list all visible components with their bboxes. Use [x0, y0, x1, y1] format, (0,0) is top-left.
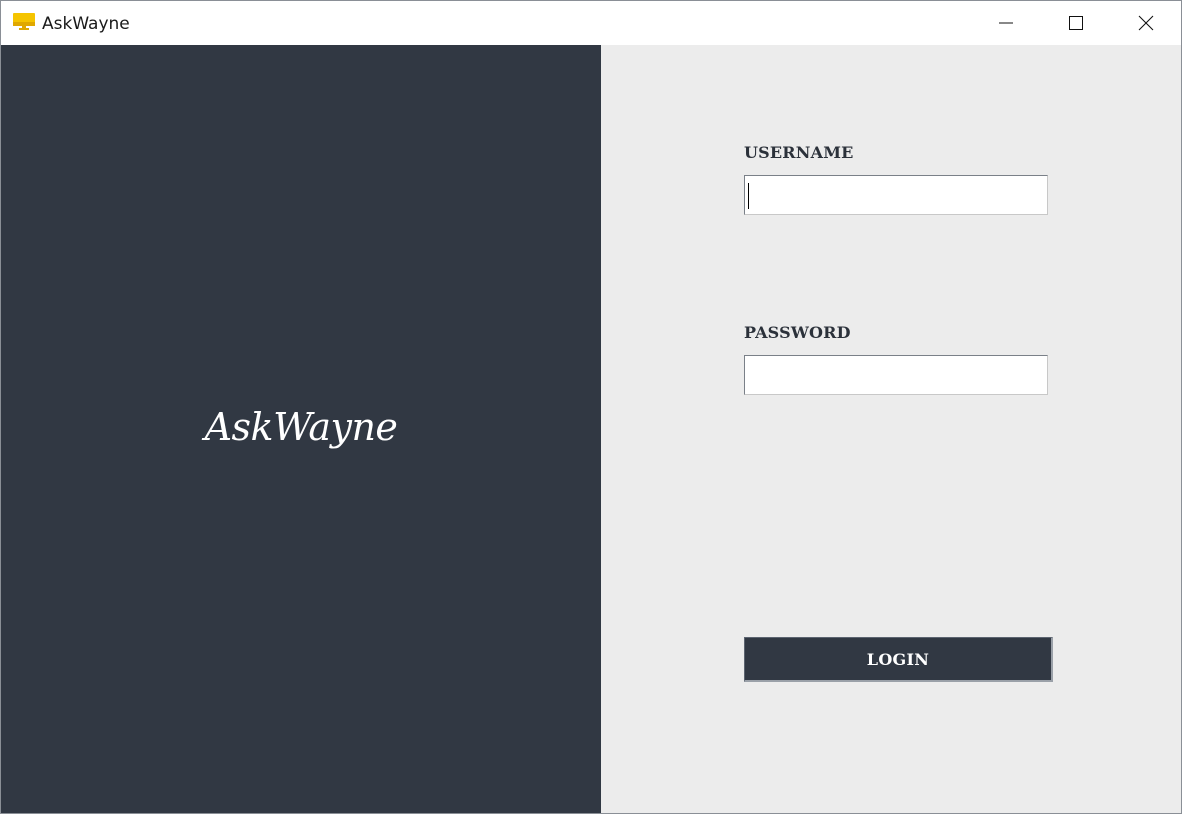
login-form: USERNAME PASSWORD LOGIN — [601, 45, 1181, 813]
title-bar[interactable]: AskWayne — [1, 1, 1181, 45]
app-window: AskWayne AskWayne USERNAME PASSWORD LOGI… — [0, 0, 1182, 814]
password-input[interactable] — [744, 355, 1048, 395]
window-title: AskWayne — [42, 14, 130, 34]
minimize-button[interactable] — [971, 1, 1041, 45]
brand-logo-text: AskWayne — [204, 405, 398, 449]
username-input[interactable] — [744, 175, 1048, 215]
close-icon — [1138, 15, 1154, 31]
text-cursor — [748, 183, 749, 209]
username-label: USERNAME — [744, 143, 854, 162]
brand-panel: AskWayne — [1, 45, 601, 813]
login-button[interactable]: LOGIN — [744, 637, 1053, 682]
maximize-icon — [1069, 16, 1083, 30]
maximize-button[interactable] — [1041, 1, 1111, 45]
close-button[interactable] — [1111, 1, 1181, 45]
monitor-icon — [13, 13, 35, 30]
password-label: PASSWORD — [744, 323, 851, 342]
minimize-icon — [999, 22, 1013, 24]
